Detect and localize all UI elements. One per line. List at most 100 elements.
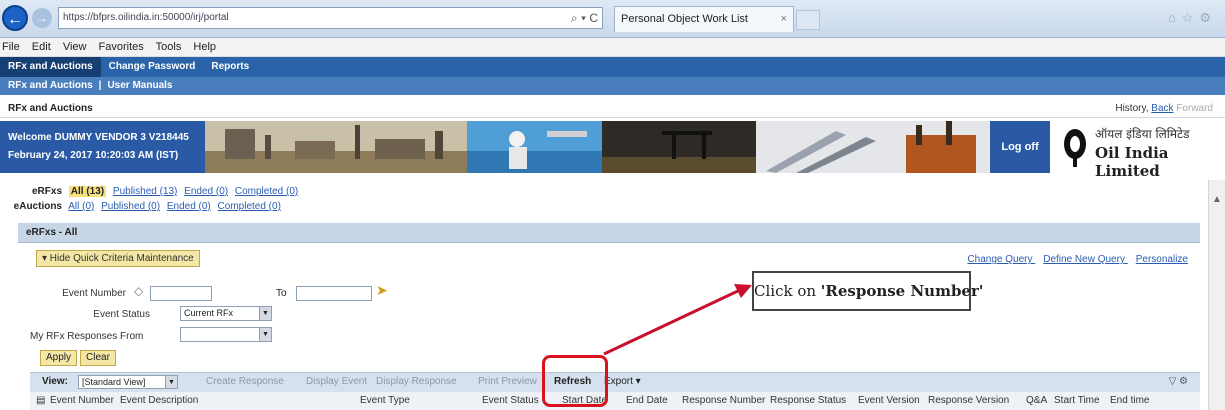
- chevron-down-icon[interactable]: ▼: [165, 376, 177, 388]
- page-scrollbar[interactable]: ▲: [1208, 180, 1225, 410]
- select-all-icon[interactable]: ▤: [36, 392, 45, 410]
- forward-arrow-icon[interactable]: →: [32, 8, 52, 28]
- responses-from-label: My RFx Responses From: [30, 331, 144, 342]
- eauction-all-link[interactable]: All (0): [68, 201, 94, 212]
- menu-bar: File Edit View Favorites Tools Help: [0, 38, 1225, 57]
- browser-chrome: ← → https://bfprs.oilindia.in:50000/irj/…: [0, 0, 1225, 38]
- eauctions-filter-row: eAuctions All (0) Published (0) Ended (0…: [0, 200, 285, 214]
- page-title-bar: RFx and Auctions History, Back Forward: [0, 100, 1225, 118]
- col-response-status[interactable]: Response Status: [770, 392, 846, 410]
- banner-photo-oil-pump: [602, 121, 756, 173]
- menu-tools[interactable]: Tools: [156, 41, 182, 53]
- status-filters: eRFxs All (13) Published (13) Ended (0) …: [0, 180, 1200, 220]
- quick-criteria-bar: ▾ Hide Quick Criteria Maintenance Change…: [30, 248, 1200, 274]
- url-text: https://bfprs.oilindia.in:50000/irj/port…: [63, 12, 229, 23]
- search-criteria-form: Event Number ◇ To ➤ Event Status Current…: [30, 276, 730, 374]
- oil-india-logo-icon: [1064, 129, 1086, 167]
- eauction-completed-link[interactable]: Completed (0): [218, 201, 281, 212]
- chevron-down-icon[interactable]: ▼: [259, 307, 271, 320]
- erfx-ended-link[interactable]: Ended (0): [184, 186, 228, 197]
- hide-quick-criteria-button[interactable]: ▾ Hide Quick Criteria Maintenance: [36, 250, 200, 267]
- create-response-button[interactable]: Create Response: [206, 373, 284, 391]
- event-number-label: Event Number: [62, 288, 126, 299]
- section-header: eRFxs - All: [18, 223, 1200, 243]
- personalize-link[interactable]: Personalize: [1136, 254, 1188, 265]
- address-bar[interactable]: https://bfprs.oilindia.in:50000/irj/port…: [58, 7, 603, 29]
- display-response-button[interactable]: Display Response: [376, 373, 457, 391]
- clear-button[interactable]: Clear: [80, 350, 116, 366]
- range-icon[interactable]: ◇: [134, 284, 143, 298]
- erfx-published-link[interactable]: Published (13): [113, 186, 177, 197]
- responses-from-select[interactable]: ▼: [180, 327, 272, 342]
- tab-reports[interactable]: Reports: [203, 57, 257, 77]
- add-range-icon[interactable]: ➤: [376, 282, 388, 299]
- erfx-filter-row: eRFxs All (13) Published (13) Ended (0) …: [0, 185, 302, 199]
- company-name: ऑयल इंडिया लिमिटेड Oil India Limited: [1095, 125, 1225, 180]
- col-qa[interactable]: Q&A: [1026, 392, 1047, 410]
- col-event-number[interactable]: Event Number: [50, 392, 114, 410]
- col-response-version[interactable]: Response Version: [928, 392, 1009, 410]
- eauction-ended-link[interactable]: Ended (0): [167, 201, 211, 212]
- col-event-status[interactable]: Event Status: [482, 392, 539, 410]
- back-link[interactable]: Back: [1151, 103, 1173, 114]
- event-number-to-input[interactable]: [296, 286, 372, 301]
- erfx-label: eRFxs: [31, 186, 62, 197]
- col-start-time[interactable]: Start Time: [1054, 392, 1100, 410]
- scroll-up-icon[interactable]: ▲: [1209, 194, 1225, 205]
- home-star-gear-icons[interactable]: ⌂☆⚙: [1168, 10, 1217, 26]
- apply-button[interactable]: Apply: [40, 350, 78, 366]
- browser-tab[interactable]: Personal Object Work List ×: [614, 6, 794, 32]
- col-response-number[interactable]: Response Number: [682, 392, 765, 410]
- table-header-row: ▤ Event Number Event Description Event T…: [30, 392, 1200, 410]
- erfx-completed-link[interactable]: Completed (0): [235, 186, 298, 197]
- callout-prefix: Click on: [754, 282, 821, 300]
- tab-title: Personal Object Work List: [621, 13, 748, 25]
- results-toolbar: View: [Standard View] ▼ Create Response …: [30, 372, 1200, 392]
- view-select[interactable]: [Standard View] ▼: [78, 375, 178, 389]
- header-banner: Welcome DUMMY VENDOR 3 V218445 February …: [0, 121, 1225, 180]
- history-nav: History, Back Forward: [1115, 103, 1213, 114]
- eauctions-label: eAuctions: [13, 201, 62, 212]
- col-event-description[interactable]: Event Description: [120, 392, 198, 410]
- menu-view[interactable]: View: [63, 41, 87, 53]
- chevron-down-icon[interactable]: ▼: [259, 328, 271, 341]
- filter-settings-icon[interactable]: ▽ ⚙: [1169, 373, 1188, 391]
- welcome-text: Welcome DUMMY VENDOR 3 V218445: [8, 132, 189, 143]
- back-arrow-icon[interactable]: ←: [2, 5, 28, 31]
- col-end-date[interactable]: End Date: [626, 392, 668, 410]
- col-end-time[interactable]: End time: [1110, 392, 1149, 410]
- subnav-separator: |: [98, 80, 102, 91]
- page-title: RFx and Auctions: [8, 103, 93, 114]
- col-event-type[interactable]: Event Type: [360, 392, 410, 410]
- forward-link[interactable]: Forward: [1176, 103, 1213, 114]
- banner-photo-refinery: [205, 121, 467, 173]
- export-button[interactable]: Export ▾: [604, 373, 641, 391]
- subnav-rfx-auctions[interactable]: RFx and Auctions: [8, 80, 93, 91]
- history-link[interactable]: History: [1115, 103, 1145, 114]
- display-event-button[interactable]: Display Event: [306, 373, 367, 391]
- tab-rfx-auctions[interactable]: RFx and Auctions: [0, 57, 101, 77]
- eauction-published-link[interactable]: Published (0): [101, 201, 160, 212]
- menu-favorites[interactable]: Favorites: [99, 41, 144, 53]
- erfx-all-link[interactable]: All (13): [68, 186, 107, 197]
- logoff-button[interactable]: Log off: [990, 121, 1050, 173]
- subnav-user-manuals[interactable]: User Manuals: [107, 80, 172, 91]
- view-label: View:: [42, 376, 68, 387]
- close-tab-icon[interactable]: ×: [781, 7, 787, 31]
- define-new-query-link[interactable]: Define New Query: [1043, 254, 1125, 265]
- login-date: February 24, 2017 10:20:03 AM (IST): [8, 150, 179, 161]
- event-status-select[interactable]: Current RFx ▼: [180, 306, 272, 321]
- menu-edit[interactable]: Edit: [32, 41, 51, 53]
- menu-file[interactable]: File: [2, 41, 20, 53]
- banner-photo-worker: [467, 121, 602, 173]
- tab-change-password[interactable]: Change Password: [101, 57, 204, 77]
- new-tab-button[interactable]: [796, 10, 820, 30]
- address-controls[interactable]: ⌕ ▾ C: [571, 8, 598, 28]
- query-links: Change Query Define New Query Personaliz…: [959, 254, 1188, 265]
- event-status-label: Event Status: [93, 309, 150, 320]
- event-number-from-input[interactable]: [150, 286, 212, 301]
- menu-help[interactable]: Help: [193, 41, 216, 53]
- print-preview-button[interactable]: Print Preview: [478, 373, 537, 391]
- col-event-version[interactable]: Event Version: [858, 392, 920, 410]
- change-query-link[interactable]: Change Query: [967, 254, 1032, 265]
